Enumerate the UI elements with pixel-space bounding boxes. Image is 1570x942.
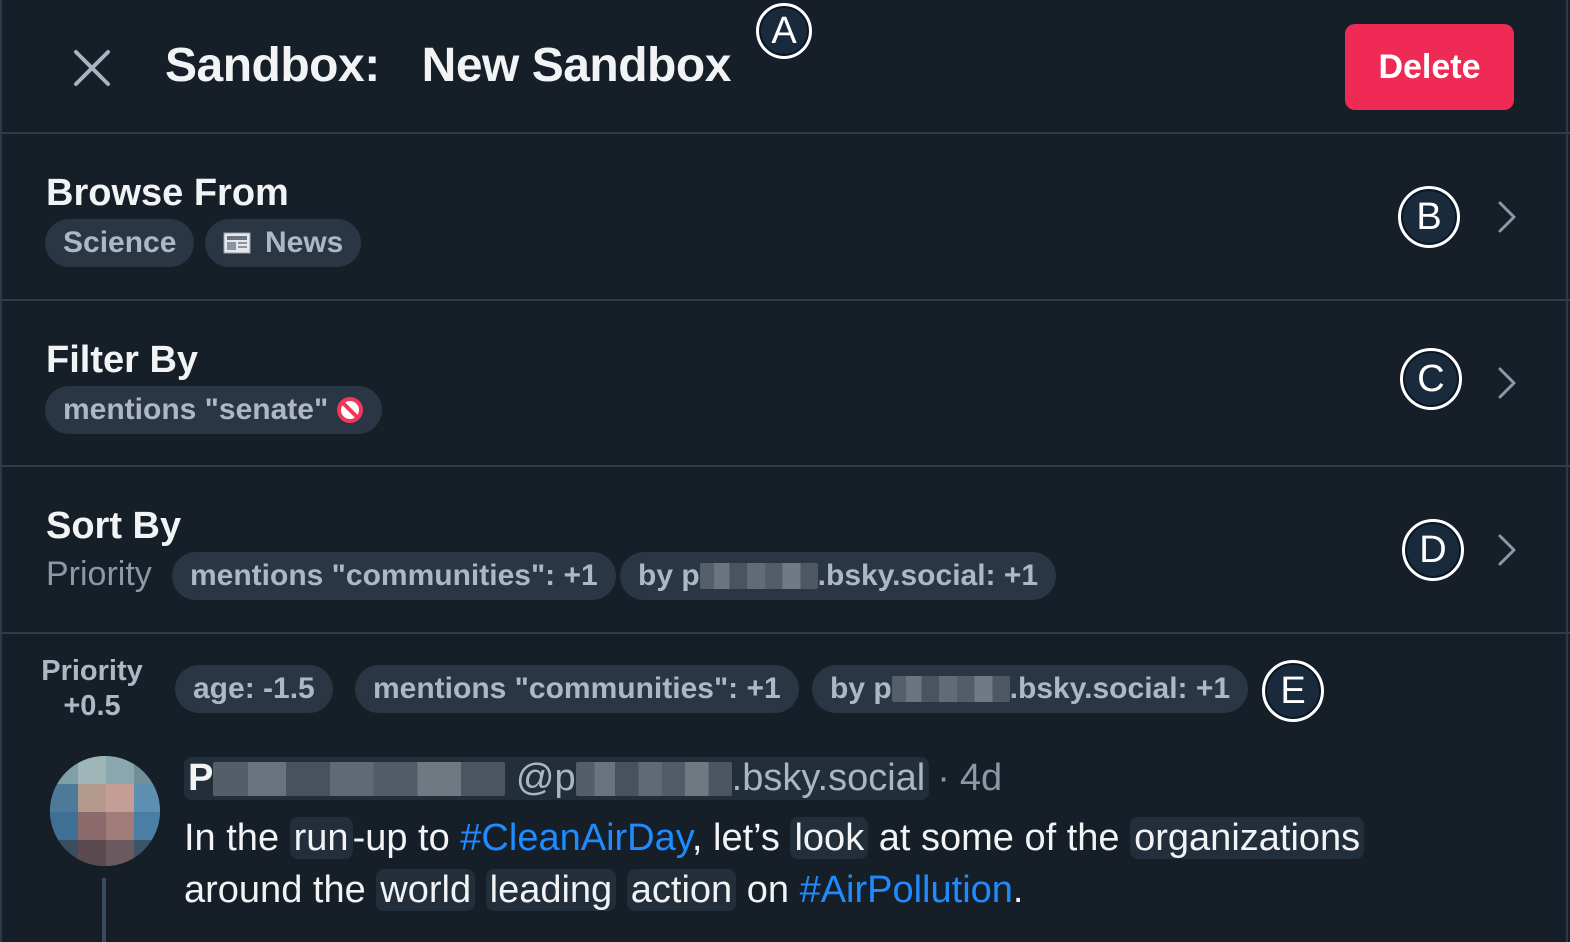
handle-prefix: @p: [515, 756, 576, 799]
chip-post-communities: mentions "communities": +1: [355, 665, 799, 713]
chip-science-label: Science: [63, 226, 177, 259]
chip-sort-author: by p .bsky.social: +1: [620, 552, 1057, 600]
chip-sort-communities-label: mentions "communities": +1: [190, 559, 598, 592]
annotation-marker-e: E: [1262, 660, 1324, 722]
highlighted-word: look: [790, 817, 869, 859]
hashtag-link[interactable]: #CleanAirDay: [460, 817, 692, 859]
highlighted-word: leading: [485, 869, 617, 911]
chip-sort-communities: mentions "communities": +1: [172, 552, 616, 600]
priority-value: +0.5: [63, 690, 121, 722]
redacted-handle: [575, 762, 732, 797]
post-text-part: [475, 869, 486, 911]
post-header: P @p .bsky.social · 4d: [184, 752, 1002, 804]
chip-sort-author-prefix: by p: [638, 559, 700, 592]
post-text-part: on: [736, 869, 800, 911]
post-time[interactable]: 4d: [960, 757, 1002, 800]
chevron-right-icon[interactable]: [1490, 198, 1524, 236]
post-text-part: [616, 869, 627, 911]
chip-post-author-suffix: .bsky.social: +1: [1009, 672, 1231, 705]
chevron-right-icon[interactable]: [1490, 531, 1524, 569]
annotation-marker-b: B: [1398, 186, 1460, 248]
chevron-right-icon[interactable]: [1490, 364, 1524, 402]
chip-post-author-prefix: by p: [830, 672, 892, 705]
redacted-handle: [891, 676, 1010, 702]
author-initial: P: [188, 756, 214, 799]
news-icon: [223, 232, 251, 254]
chip-news: News: [205, 219, 362, 267]
delete-button[interactable]: Delete: [1345, 24, 1514, 110]
post-text-part: at some of the: [868, 817, 1131, 859]
chip-news-label: News: [265, 226, 344, 259]
priority-label: Priority: [41, 655, 143, 687]
browse-from-title: Browse From: [46, 172, 289, 214]
post-text-part: -up to: [352, 817, 461, 859]
browse-from-section[interactable]: Browse From Science News B: [0, 134, 1570, 301]
highlighted-word: world: [376, 869, 476, 911]
header: Sandbox: New Sandbox A Delete: [0, 0, 1570, 134]
post-text-part: , let’s: [691, 817, 791, 859]
prohibited-icon: [337, 397, 364, 423]
chip-filter-senate: mentions "senate": [45, 386, 383, 434]
author-handle: @p .bsky.social: [516, 757, 925, 799]
sandbox-name[interactable]: New Sandbox: [422, 39, 732, 92]
handle-suffix: .bsky.social: [731, 756, 926, 799]
sort-mode: Priority: [46, 555, 152, 593]
avatar[interactable]: [50, 756, 160, 866]
sort-by-title: Sort By: [46, 505, 182, 547]
highlighted-word: organizations: [1130, 817, 1365, 859]
chip-post-communities-label: mentions "communities": +1: [373, 672, 781, 705]
redacted-display-name: [213, 762, 506, 797]
filter-by-section[interactable]: Filter By mentions "senate" C: [0, 301, 1570, 467]
thread-line: [102, 878, 106, 942]
annotation-marker-c: C: [1400, 348, 1462, 410]
highlighted-word: run: [289, 817, 353, 859]
post-text-part: around the: [184, 869, 377, 911]
chip-filter-label: mentions "senate": [63, 393, 329, 426]
hashtag-link[interactable]: #AirPollution: [800, 869, 1013, 911]
annotation-marker-a: A: [756, 3, 812, 59]
post-separator: ·: [937, 756, 950, 799]
chip-post-author: by p .bsky.social: +1: [812, 665, 1249, 713]
chip-sort-author-suffix: .bsky.social: +1: [817, 559, 1039, 592]
chip-post-age-label: age: -1.5: [193, 672, 315, 705]
post-text: In the run -up to #CleanAirDay, let’s loo…: [184, 812, 1524, 916]
annotation-marker-d: D: [1402, 519, 1464, 581]
redacted-handle: [699, 563, 818, 589]
sort-by-section[interactable]: Sort By Priority mentions "communities":…: [0, 467, 1570, 634]
highlighted-word: action: [626, 869, 737, 911]
post-text-part: .: [1012, 869, 1024, 911]
page-title: Sandbox: New Sandbox: [165, 38, 731, 93]
chip-post-age: age: -1.5: [175, 665, 333, 713]
title-prefix: Sandbox:: [165, 39, 380, 92]
filter-by-title: Filter By: [46, 339, 199, 381]
chip-science: Science: [45, 219, 195, 267]
post-text-part: In the: [184, 817, 290, 859]
post-priority: Priority +0.5: [40, 654, 144, 724]
post-author[interactable]: P @p .bsky.social: [184, 756, 930, 800]
close-icon[interactable]: [70, 46, 114, 90]
